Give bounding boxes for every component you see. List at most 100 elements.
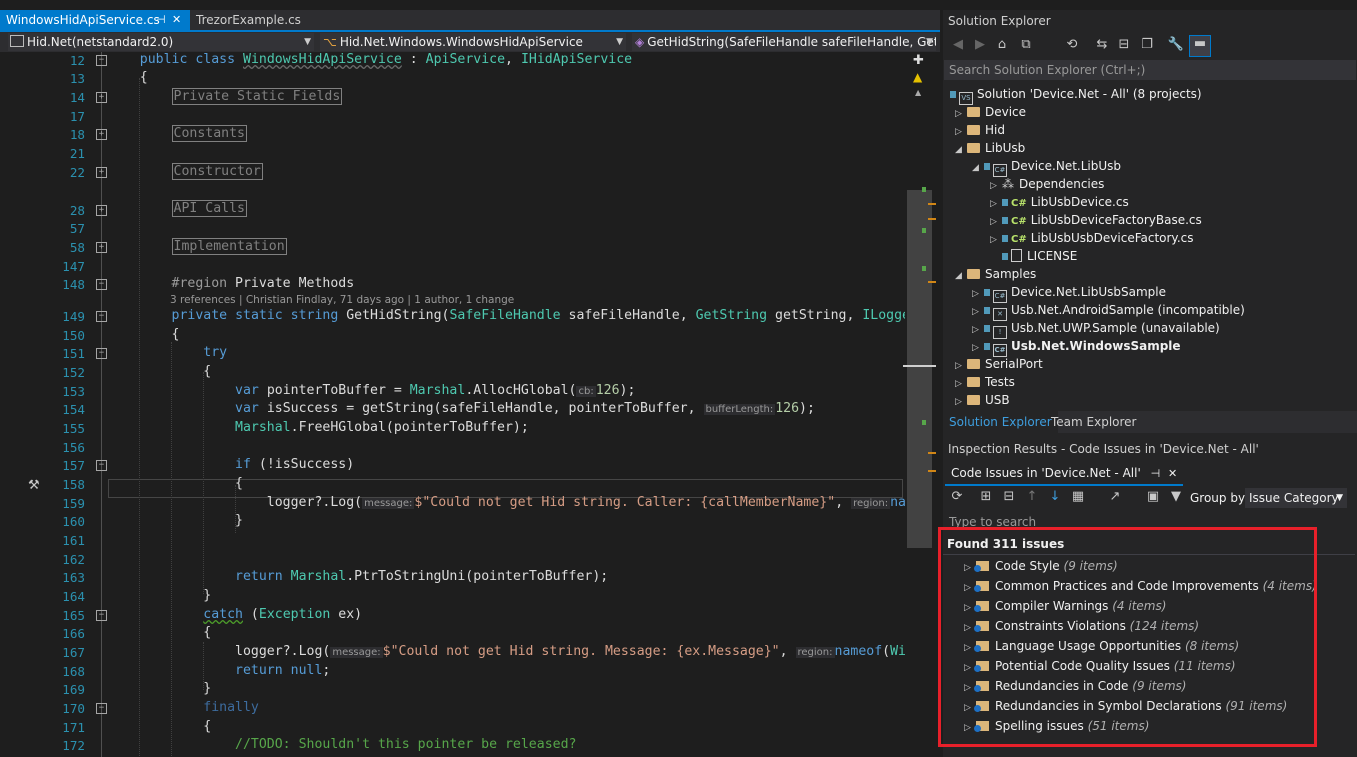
expand-arrow-icon[interactable]: ▷ (990, 231, 1002, 249)
line-number: 22 (69, 165, 85, 180)
line-number: 167 (62, 645, 85, 660)
expand-icon[interactable]: + (96, 92, 107, 103)
open-icon[interactable]: ↗ (1106, 489, 1124, 504)
lock-icon (1002, 253, 1008, 260)
tree-item-usb-net-uwp-sample[interactable]: ▷! Usb.Net.UWP.Sample (unavailable) (972, 319, 1220, 339)
collapse-all-icon[interactable]: ⊟ (1115, 37, 1133, 52)
warning-icon[interactable]: ▲ (913, 70, 922, 84)
group-by-dropdown[interactable]: Issue Category ▼ (1245, 488, 1347, 508)
code-editor[interactable]: ⚒ 12 13 14 17 18 21 22 28 57 58 147 148 … (0, 52, 905, 757)
collapse-arrow-icon[interactable]: ◢ (972, 159, 984, 177)
collapsed-region[interactable]: Implementation (171, 238, 287, 255)
close-icon[interactable]: ✕ (1168, 467, 1177, 480)
tree-item-libusbusbdevicefactory[interactable]: ▷ C# LibUsbUsbDeviceFactory.cs (990, 229, 1194, 247)
code-line-157: if (!isSuccess) (235, 457, 355, 472)
home-icon[interactable]: ⌂ (993, 37, 1011, 52)
refresh-icon[interactable]: ⟳ (948, 489, 966, 504)
tree-item-usb-net-androidsample[interactable]: ▷ ✕ Usb.Net.AndroidSample (incompatible) (972, 301, 1245, 321)
back-icon[interactable]: ◀ (949, 37, 967, 52)
pin-icon[interactable]: ⊣ (1151, 467, 1161, 480)
history-icon[interactable]: ⟲ (1063, 37, 1081, 52)
tree-item-solution[interactable]: VS Solution 'Device.Net - All' (8 project… (950, 85, 1202, 105)
line-number: 147 (62, 259, 85, 274)
collapse-icon[interactable]: − (96, 311, 107, 322)
tree-item-tests[interactable]: ▷ Tests (955, 373, 1015, 391)
collapse-icon[interactable]: − (96, 348, 107, 359)
collapse-all-icon[interactable]: ⊟ (1000, 489, 1018, 504)
tree-item-license[interactable]: LICENSE (1002, 247, 1077, 265)
export-icon[interactable]: ▦ (1069, 489, 1087, 504)
codelens-info[interactable]: 3 references | Christian Findlay, 71 day… (170, 294, 514, 306)
switch-views-icon[interactable]: ⧉ (1017, 37, 1035, 52)
marker (922, 266, 926, 271)
close-icon[interactable]: ✕ (172, 10, 181, 30)
tree-item-device-net-libusb[interactable]: ◢ C# Device.Net.LibUsb (972, 157, 1121, 177)
tree-item-libusbdevice[interactable]: ▷ C# LibUsbDevice.cs (990, 193, 1129, 211)
forward-icon[interactable]: ▶ (971, 37, 989, 52)
tree-item-hid[interactable]: ▷ Hid (955, 121, 1005, 139)
project-dropdown[interactable]: Hid.Net(netstandard2.0) ▼ (8, 33, 314, 51)
member-dropdown[interactable]: ◈ GetHidString(SafeFileHandle safeFileHan… (632, 33, 936, 51)
next-icon[interactable]: ↓ (1046, 489, 1064, 504)
solution-search-input[interactable]: Search Solution Explorer (Ctrl+;) (944, 60, 1356, 80)
tree-item-libusbdevicefactorybase[interactable]: ▷ C# LibUsbDeviceFactoryBase.cs (990, 211, 1202, 229)
collapsed-region[interactable]: API Calls (171, 200, 247, 217)
tab-windowshidapiservice[interactable]: WindowsHidApiService.cs ⊣ ✕ (0, 10, 190, 30)
marker (928, 452, 936, 454)
scroll-up-icon[interactable]: ▲ (915, 88, 921, 97)
navigation-bar: Hid.Net(netstandard2.0) ▼ ⌥ Hid.Net.Windo… (0, 32, 940, 53)
pin-icon[interactable]: ⊣ (156, 10, 166, 30)
tree-item-usb-net-windowssample[interactable]: ▷ C# Usb.Net.WindowsSample (972, 337, 1181, 357)
gutter-separator (101, 52, 102, 757)
collapse-icon[interactable]: − (96, 279, 107, 290)
tab-trezorexample[interactable]: TrezorExample.cs (190, 10, 307, 30)
expand-all-icon[interactable]: ⊞ (977, 489, 995, 504)
tree-item-device[interactable]: ▷ Device (955, 103, 1026, 121)
collapse-icon[interactable]: − (96, 703, 107, 714)
expand-icon[interactable]: + (96, 129, 107, 140)
collapse-icon[interactable]: − (96, 610, 107, 621)
tree-item-samples[interactable]: ◢ Samples (955, 265, 1036, 283)
code-line-150: { (171, 327, 180, 342)
code-line-163: return Marshal.PtrToStringUni(pointerToB… (235, 569, 609, 584)
chevron-down-icon: ▼ (1336, 493, 1343, 503)
collapsed-region[interactable]: Constants (171, 125, 247, 142)
folder-icon (967, 143, 980, 153)
collapse-icon[interactable]: − (96, 460, 107, 471)
marker (922, 187, 926, 192)
hammer-icon[interactable]: ⚒ (28, 478, 40, 493)
tree-item-usb[interactable]: ▷ USB (955, 391, 1010, 409)
class-dropdown[interactable]: ⌥ Hid.Net.Windows.WindowsHidApiService ▼ (320, 33, 626, 51)
tree-item-dependencies[interactable]: ▷ ⁂ Dependencies (990, 175, 1104, 193)
project-label: Hid.Net(netstandard2.0) (27, 35, 174, 49)
collapsed-region[interactable]: Constructor (171, 163, 263, 180)
file-icon (1011, 249, 1022, 262)
show-all-files-icon[interactable]: ❐ (1138, 37, 1156, 52)
tab-team-explorer[interactable]: Team Explorer (1045, 411, 1143, 433)
split-editor-icon[interactable]: ✚ (913, 53, 924, 68)
expand-icon[interactable]: + (96, 205, 107, 216)
collapse-arrow-icon[interactable]: ◢ (955, 141, 967, 159)
code-line-22: Constructor (108, 163, 263, 180)
collapse-icon[interactable]: − (96, 55, 107, 66)
tree-item-serialport[interactable]: ▷ SerialPort (955, 355, 1043, 373)
collapse-arrow-icon[interactable]: ◢ (955, 267, 967, 285)
collapsed-region[interactable]: Private Static Fields (171, 88, 343, 105)
expand-icon[interactable]: + (96, 167, 107, 178)
sync-icon[interactable]: ⇆ (1093, 37, 1111, 52)
filter-icon[interactable]: ▼ (1167, 489, 1185, 504)
line-number: 28 (69, 203, 85, 218)
tab-code-issues[interactable]: Code Issues in 'Device.Net - All' ⊣ ✕ (945, 462, 1184, 486)
preview-icon[interactable]: ▬ (1189, 35, 1211, 57)
tree-item-device-net-libusbsample[interactable]: ▷ C# Device.Net.LibUsbSample (972, 283, 1166, 303)
line-number: 14 (69, 90, 85, 105)
save-icon[interactable]: ▣ (1144, 489, 1162, 504)
lock-icon (984, 163, 990, 170)
previous-icon[interactable]: ↑ (1023, 489, 1041, 504)
scrollbar-thumb[interactable] (907, 190, 932, 548)
tab-solution-explorer[interactable]: Solution Explorer (943, 411, 1058, 433)
expand-icon[interactable]: + (96, 242, 107, 253)
properties-icon[interactable]: 🔧 (1167, 37, 1185, 52)
tree-item-libusb[interactable]: ◢ LibUsb (955, 139, 1025, 157)
expand-arrow-icon[interactable]: ▷ (955, 393, 967, 411)
